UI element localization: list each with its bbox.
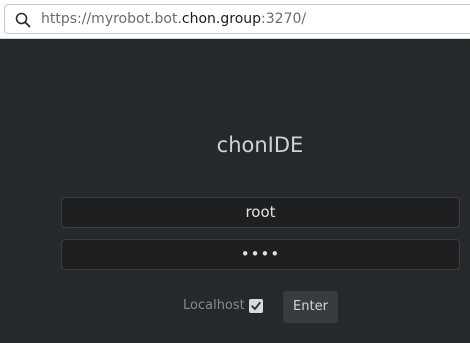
username-field[interactable]: root [61,197,460,228]
url-suffix: :3270/ [261,11,307,27]
browser-toolbar: https://myrobot.bot.chon.group:3270/ [0,0,470,39]
checkmark-icon [251,301,261,310]
enter-button[interactable]: Enter [283,291,338,323]
login-page: chonIDE root •••• Localhost Enter [0,39,470,343]
app-title: chonIDE [216,133,304,157]
url-prefix: https://myrobot.bot. [41,11,182,27]
url-domain: chon.group [181,11,262,27]
password-field[interactable]: •••• [61,239,460,270]
address-url: https://myrobot.bot.chon.group:3270/ [41,11,306,28]
localhost-label: Localhost [183,298,245,313]
search-icon [15,12,31,28]
address-bar[interactable]: https://myrobot.bot.chon.group:3270/ [4,4,470,34]
localhost-checkbox[interactable] [249,299,263,313]
